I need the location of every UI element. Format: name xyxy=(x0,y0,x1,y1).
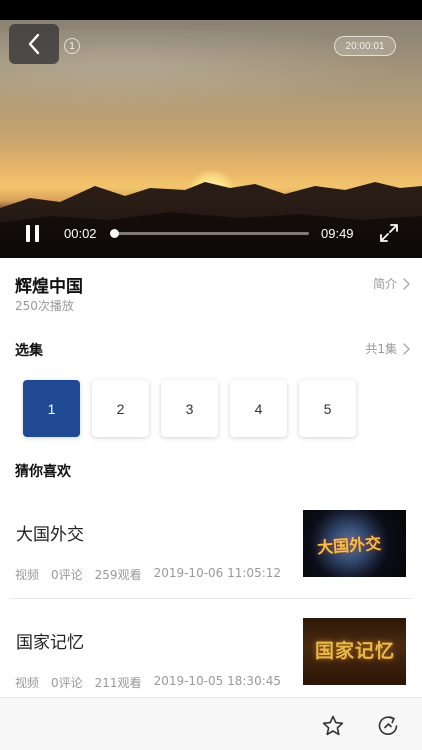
progress-knob[interactable] xyxy=(109,229,119,238)
item-meta: 视频 0评论 259观看 2019-10-06 11:05:12 xyxy=(15,566,281,583)
favorite-button[interactable] xyxy=(321,714,345,738)
item-title: 大国外交 xyxy=(16,525,84,545)
play-count: 250次播放 xyxy=(15,299,74,313)
fullscreen-button[interactable] xyxy=(379,223,399,243)
episode-button-4[interactable]: 4 xyxy=(230,380,287,437)
episode-list: 1 2 3 4 5 xyxy=(23,380,356,437)
program-title: 辉煌中国 xyxy=(15,277,83,297)
item-type: 视频 xyxy=(15,676,40,690)
item-date: 2019-10-05 18:30:45 xyxy=(153,674,282,688)
episode-button-3[interactable]: 3 xyxy=(161,380,218,437)
episodes-section-label: 选集 xyxy=(15,343,43,359)
item-views: 211观看 xyxy=(94,676,142,690)
pause-icon-bar xyxy=(34,225,39,242)
pause-button[interactable] xyxy=(22,224,42,244)
current-time: 00:02 xyxy=(64,226,97,241)
item-comments: 0评论 xyxy=(51,676,83,690)
pause-icon-bar xyxy=(25,225,30,242)
chevron-right-icon xyxy=(403,277,410,290)
channel-badge: 1 xyxy=(64,38,80,54)
episode-button-1[interactable]: 1 xyxy=(23,380,80,437)
item-views: 259观看 xyxy=(94,568,142,582)
progress-bar[interactable] xyxy=(109,229,309,238)
clock-badge: 20:00:01 xyxy=(334,36,396,56)
back-button[interactable] xyxy=(9,24,59,64)
item-date: 2019-10-06 11:05:12 xyxy=(153,566,282,580)
chevron-left-icon xyxy=(28,33,40,55)
share-icon xyxy=(378,716,398,735)
share-button[interactable] xyxy=(376,714,400,738)
chevron-right-icon xyxy=(403,342,410,355)
divider xyxy=(10,598,412,599)
status-bar xyxy=(0,0,422,20)
intro-label: 简介 xyxy=(372,277,397,291)
item-meta: 视频 0评论 211观看 2019-10-05 18:30:45 xyxy=(15,674,281,691)
expand-icon xyxy=(380,224,398,242)
intro-link[interactable]: 简介 xyxy=(373,275,410,292)
bottom-toolbar xyxy=(0,697,422,750)
episode-button-2[interactable]: 2 xyxy=(92,380,149,437)
total-time: 09:49 xyxy=(321,226,354,241)
item-comments: 0评论 xyxy=(51,568,83,582)
thumbnail-title-art: 国家记忆 xyxy=(315,640,396,662)
episodes-total-link[interactable]: 共1集 xyxy=(365,340,410,357)
recommend-section-label: 猜你喜欢 xyxy=(15,464,71,480)
thumbnail-title-art: 大国外交 xyxy=(316,533,382,558)
item-thumbnail[interactable]: 大国外交 xyxy=(303,510,406,577)
star-icon xyxy=(322,715,344,736)
episodes-total-label: 共1集 xyxy=(365,342,397,356)
item-thumbnail[interactable]: 国家记忆 xyxy=(303,618,406,685)
item-type: 视频 xyxy=(15,568,40,582)
list-item[interactable]: 大国外交 视频 0评论 259观看 2019-10-06 11:05:12 大国… xyxy=(15,508,411,608)
item-title: 国家记忆 xyxy=(16,633,84,653)
episode-button-5[interactable]: 5 xyxy=(299,380,356,437)
